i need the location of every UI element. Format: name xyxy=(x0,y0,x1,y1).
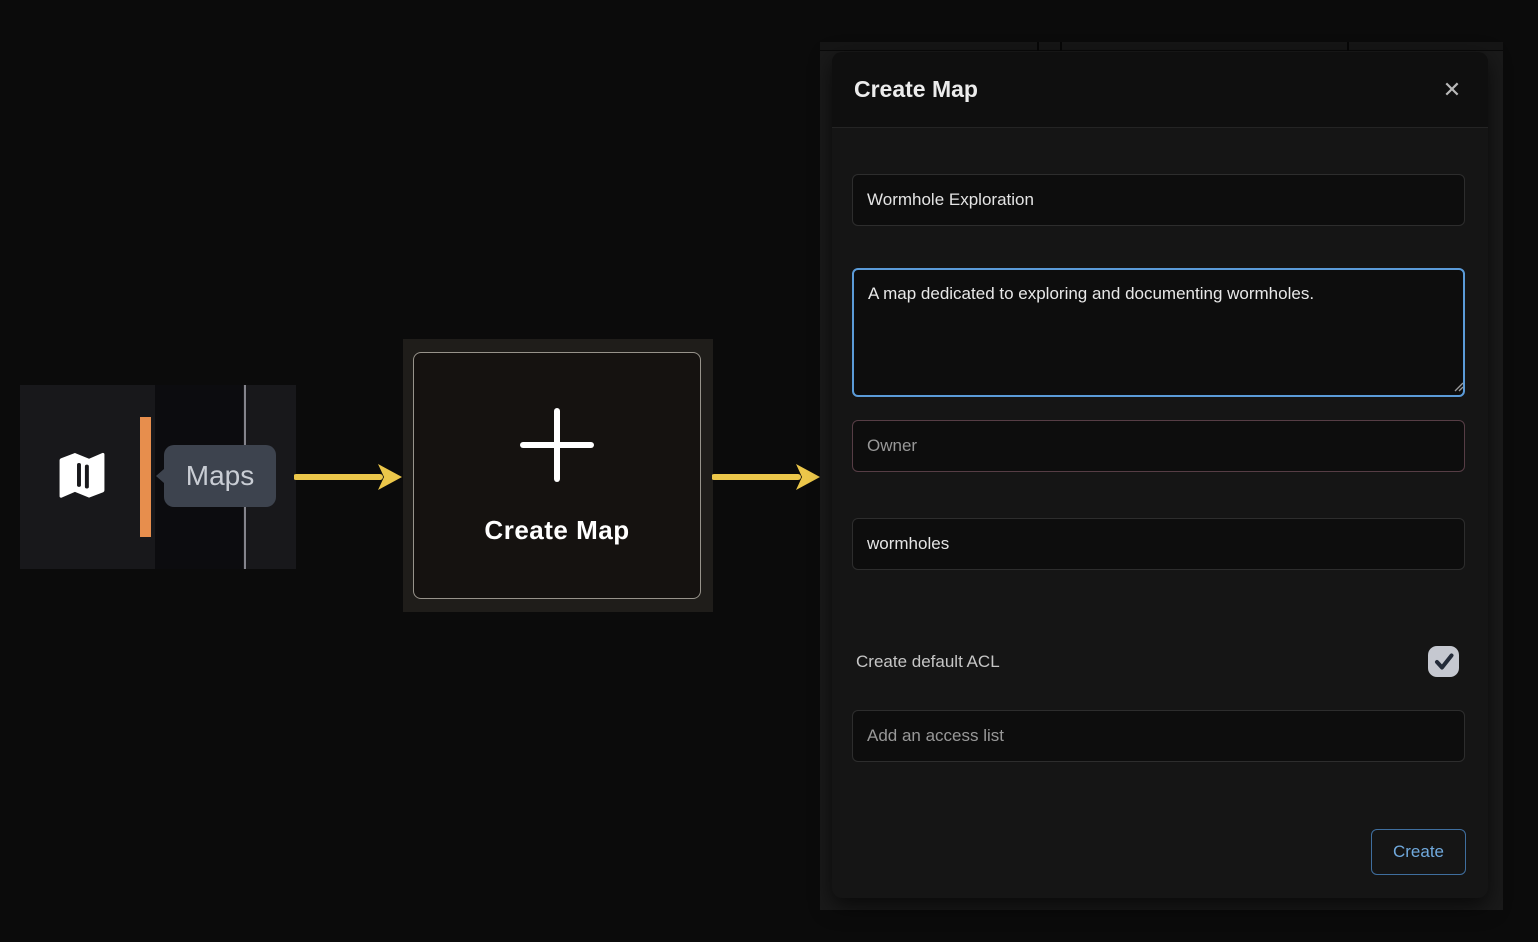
background-tab-separator xyxy=(1347,42,1349,51)
modal-backdrop: Create Map ✕ A map dedicated to explorin… xyxy=(820,42,1503,910)
map-description-textarea[interactable]: A map dedicated to exploring and documen… xyxy=(852,268,1465,397)
create-button[interactable]: Create xyxy=(1371,829,1466,875)
maps-tooltip: Maps xyxy=(164,445,276,507)
flow-arrow-left xyxy=(294,457,404,497)
screenshot-stage: Maps Create Map xyxy=(0,0,1538,942)
close-icon[interactable]: ✕ xyxy=(1438,76,1466,104)
create-map-card[interactable]: Create Map xyxy=(413,352,701,599)
background-tabs-strip xyxy=(820,42,1503,51)
acl-label: Create default ACL xyxy=(856,652,1000,672)
background-tab-separator xyxy=(1037,42,1039,51)
flow-arrow-right xyxy=(712,457,822,497)
owner-input[interactable] xyxy=(852,420,1465,472)
background-tab-separator xyxy=(1060,42,1062,51)
create-map-card-frame: Create Map xyxy=(403,339,713,612)
modal-body: A map dedicated to exploring and documen… xyxy=(832,128,1488,898)
modal-title: Create Map xyxy=(854,76,978,103)
maps-icon[interactable] xyxy=(57,448,107,502)
tooltip-arrow xyxy=(156,469,164,483)
acl-row: Create default ACL xyxy=(856,646,1465,678)
maps-tooltip-label: Maps xyxy=(186,460,254,492)
acl-checkbox[interactable] xyxy=(1428,646,1459,677)
create-map-modal: Create Map ✕ A map dedicated to explorin… xyxy=(832,52,1488,898)
create-map-card-label: Create Map xyxy=(484,515,629,546)
sidebar-snippet: Maps xyxy=(20,385,296,569)
access-list-input[interactable] xyxy=(852,710,1465,762)
active-accent-bar xyxy=(140,417,151,537)
plus-icon xyxy=(515,403,599,487)
check-icon xyxy=(1432,650,1455,673)
map-name-input[interactable] xyxy=(852,174,1465,226)
modal-header: Create Map ✕ xyxy=(832,52,1488,128)
tag-input[interactable] xyxy=(852,518,1465,570)
